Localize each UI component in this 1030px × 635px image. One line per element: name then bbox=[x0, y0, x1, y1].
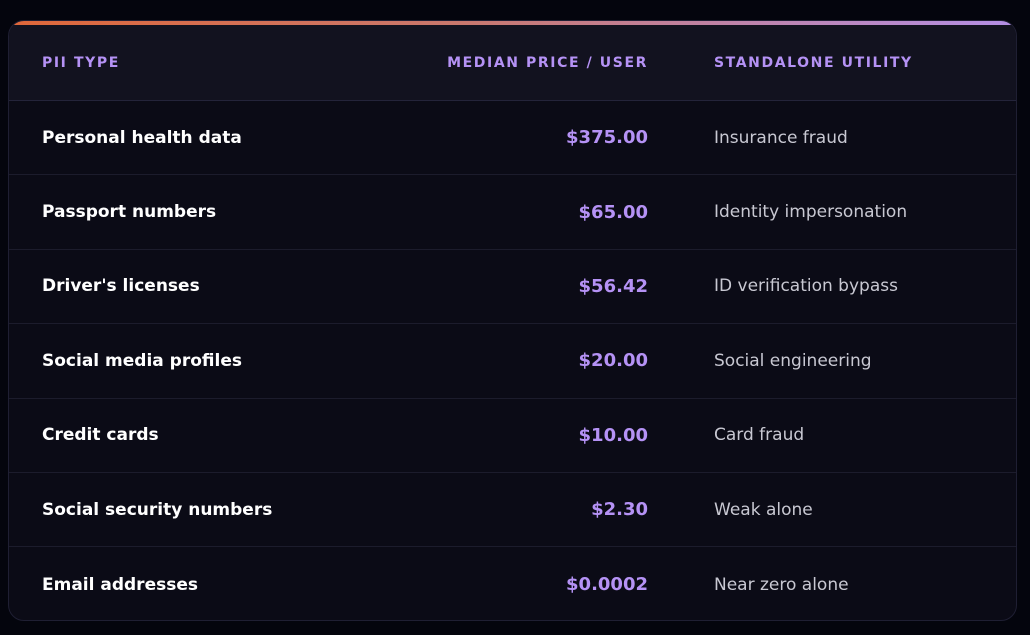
pii-price-table-card: PII TYPE MEDIAN PRICE / USER STANDALONE … bbox=[8, 20, 1017, 621]
cell-pii-type: Email addresses bbox=[42, 574, 198, 595]
table-row: Email addresses $0.0002 Near zero alone bbox=[9, 547, 1016, 620]
header-median-price: MEDIAN PRICE / USER bbox=[447, 54, 648, 71]
header-standalone-utility: STANDALONE UTILITY bbox=[714, 54, 913, 71]
cell-median-price: $65.00 bbox=[578, 201, 648, 223]
cell-pii-type: Social security numbers bbox=[42, 499, 273, 520]
cell-median-price: $56.42 bbox=[578, 275, 648, 297]
table-row: Passport numbers $65.00 Identity impersona… bbox=[9, 175, 1016, 250]
cell-standalone-utility: Near zero alone bbox=[714, 574, 849, 595]
table-row: Social security numbers $2.30 Weak alone bbox=[9, 473, 1016, 548]
cell-standalone-utility: Insurance fraud bbox=[714, 127, 848, 148]
cell-median-price: $10.00 bbox=[578, 424, 648, 446]
cell-median-price: $375.00 bbox=[566, 127, 648, 149]
cell-pii-type: Passport numbers bbox=[42, 202, 217, 223]
header-pii-type: PII TYPE bbox=[42, 54, 120, 71]
cell-pii-type: Personal health data bbox=[42, 127, 242, 148]
cell-median-price: $2.30 bbox=[591, 499, 648, 521]
table-row: Social media profiles $20.00 Social engine… bbox=[9, 324, 1016, 399]
cell-pii-type: Credit cards bbox=[42, 425, 159, 446]
table-row: Driver's licenses $56.42 ID verification b… bbox=[9, 250, 1016, 325]
cell-standalone-utility: Social engineering bbox=[714, 350, 872, 371]
cell-pii-type: Driver's licenses bbox=[42, 276, 200, 297]
cell-standalone-utility: ID verification bypass bbox=[714, 276, 898, 297]
cell-standalone-utility: Card fraud bbox=[714, 425, 805, 446]
cell-median-price: $0.0002 bbox=[566, 574, 648, 596]
cell-standalone-utility: Weak alone bbox=[714, 499, 813, 520]
table-header-row: PII TYPE MEDIAN PRICE / USER STANDALONE … bbox=[9, 25, 1016, 101]
cell-median-price: $20.00 bbox=[578, 350, 648, 372]
table-row: Credit cards $10.00 Card fraud bbox=[9, 399, 1016, 473]
table-row: Personal health data $375.00 Insurance fra… bbox=[9, 101, 1016, 176]
cell-standalone-utility: Identity impersonation bbox=[714, 202, 908, 223]
cell-pii-type: Social media profiles bbox=[42, 350, 242, 371]
